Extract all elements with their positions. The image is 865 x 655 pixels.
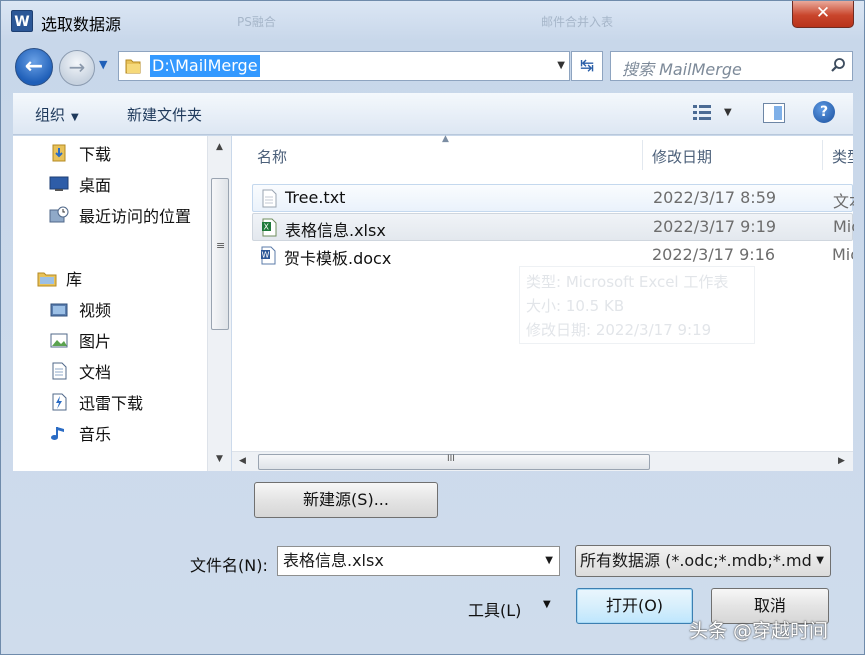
- sidebar-item-downloads[interactable]: 下载: [79, 142, 111, 164]
- select-data-source-dialog: W 选取数据源 PS融合 邮件合并入表 ✕ ← → ▼ D:\MailMerge…: [0, 0, 865, 655]
- file-list-horizontal-scrollbar[interactable]: ◀ ▶: [232, 451, 853, 471]
- dialog-title: 选取数据源: [41, 15, 122, 34]
- organize-label: 组织: [35, 106, 66, 124]
- music-library-icon: [51, 427, 64, 440]
- thunder-download-icon: [52, 393, 67, 411]
- tooltip-size: 大小: 10.5 KB: [526, 297, 625, 315]
- column-header-name[interactable]: 名称: [257, 136, 287, 178]
- change-view-icon[interactable]: [691, 103, 713, 123]
- title-bar: W 选取数据源 PS融合 邮件合并入表 ✕: [1, 1, 864, 41]
- help-icon[interactable]: ?: [813, 101, 835, 123]
- file-row-excel[interactable]: X 表格信息.xlsx 2022/3/17 9:19 Microsoft Exc…: [252, 213, 854, 241]
- column-divider[interactable]: [822, 140, 823, 170]
- column-divider[interactable]: [642, 140, 643, 170]
- recent-pages-dropdown-icon[interactable]: ▼: [99, 58, 107, 71]
- address-dropdown-icon[interactable]: ▼: [557, 60, 565, 71]
- sidebar-item-videos[interactable]: 视频: [79, 298, 111, 320]
- chevron-down-icon: ▼: [71, 112, 79, 123]
- search-input[interactable]: 搜索 MailMerge: [610, 51, 853, 81]
- open-button[interactable]: 打开(O): [576, 588, 693, 624]
- file-type: 文本文档: [833, 192, 854, 211]
- sidebar-item-music[interactable]: 音乐: [79, 422, 111, 444]
- column-header-modified[interactable]: 修改日期: [652, 136, 712, 178]
- file-type: Microsoft Word: [832, 245, 853, 264]
- tooltip-type: 类型: Microsoft Excel 工作表: [526, 273, 729, 291]
- search-placeholder: 搜索 MailMerge: [622, 60, 742, 79]
- svg-text:W: W: [262, 251, 270, 260]
- file-name: 贺卡模板.docx: [284, 249, 392, 268]
- file-type-filter-value: 所有数据源 (*.odc;*.mdb;*.mdb: [580, 551, 822, 570]
- file-type: Microsoft Excel: [833, 217, 854, 236]
- filename-label: 文件名(N):: [190, 556, 268, 575]
- horizontal-scroll-thumb[interactable]: [258, 454, 650, 470]
- organize-menu[interactable]: 组织 ▼: [35, 104, 79, 125]
- text-file-icon: [262, 189, 277, 208]
- file-row-tree-txt[interactable]: Tree.txt 2022/3/17 8:59 文本文档: [252, 184, 854, 212]
- navigation-bar: ← → ▼ D:\MailMerge ▼ ↹ 搜索 MailMerge: [1, 41, 864, 91]
- folder-icon: [125, 59, 141, 74]
- refresh-button[interactable]: ↹: [571, 51, 603, 81]
- excel-file-icon: X: [262, 218, 277, 237]
- word-app-icon: W: [11, 10, 33, 32]
- sidebar-item-documents[interactable]: 文档: [79, 360, 111, 382]
- file-info-tooltip: 类型: Microsoft Excel 工作表 大小: 10.5 KB 修改日期…: [519, 266, 755, 344]
- watermark: 头条 @穿越时间: [689, 620, 829, 642]
- tools-dropdown-icon[interactable]: ▼: [543, 599, 551, 610]
- new-source-button[interactable]: 新建源(S)...: [254, 482, 438, 518]
- svg-text:X: X: [264, 223, 270, 232]
- view-options-dropdown-icon[interactable]: ▼: [724, 107, 732, 118]
- back-button[interactable]: ←: [15, 48, 53, 86]
- desktop-icon: [49, 176, 69, 191]
- sidebar-item-pictures[interactable]: 图片: [79, 329, 111, 351]
- navigation-pane: 下载 桌面 最近访问的位置 库 视频 图片 文档 迅雷下载 音乐: [13, 136, 231, 471]
- sort-ascending-icon: ▲: [442, 134, 449, 144]
- download-folder-icon: [52, 144, 66, 162]
- tooltip-modified: 修改日期: 2022/3/17 9:19: [526, 321, 712, 339]
- column-header-type[interactable]: 类型: [832, 136, 853, 178]
- file-date: 2022/3/17 8:59: [653, 188, 777, 207]
- sidebar-item-library[interactable]: 库: [66, 267, 82, 289]
- file-date: 2022/3/17 9:19: [653, 217, 777, 236]
- address-bar[interactable]: D:\MailMerge ▼: [118, 51, 570, 81]
- chevron-down-icon[interactable]: ▼: [545, 547, 553, 575]
- search-icon[interactable]: [830, 57, 846, 73]
- file-name: Tree.txt: [285, 188, 346, 207]
- word-file-icon: W: [261, 246, 276, 265]
- new-folder-button[interactable]: 新建文件夹: [127, 104, 202, 125]
- sidebar-item-thunder-downloads[interactable]: 迅雷下载: [79, 391, 143, 413]
- background-tab-1: PS融合: [237, 15, 276, 29]
- file-type-filter[interactable]: 所有数据源 (*.odc;*.mdb;*.mdb ▼: [575, 545, 831, 577]
- videos-library-icon: [50, 303, 68, 317]
- command-toolbar: 组织 ▼ 新建文件夹 ▼ ?: [13, 93, 853, 135]
- sidebar-item-desktop[interactable]: 桌面: [79, 173, 111, 195]
- documents-library-icon: [52, 362, 67, 380]
- address-path[interactable]: D:\MailMerge: [150, 55, 260, 77]
- scroll-right-icon[interactable]: ▶: [838, 456, 845, 466]
- navigation-scroll-thumb[interactable]: [211, 178, 229, 330]
- pictures-library-icon: [50, 333, 68, 348]
- file-name: 表格信息.xlsx: [285, 221, 386, 240]
- recent-places-icon: [49, 206, 69, 223]
- sidebar-item-recent-places[interactable]: 最近访问的位置: [79, 204, 191, 226]
- preview-pane-icon[interactable]: [763, 103, 785, 123]
- scroll-left-icon[interactable]: ◀: [239, 456, 246, 466]
- scroll-up-icon[interactable]: ▲: [216, 142, 223, 152]
- filename-input[interactable]: 表格信息.xlsx ▼: [277, 546, 560, 576]
- tools-menu[interactable]: 工具(L): [468, 597, 521, 621]
- close-button[interactable]: ✕: [792, 1, 854, 28]
- filename-value[interactable]: 表格信息.xlsx: [283, 551, 384, 570]
- library-icon: [37, 272, 57, 287]
- forward-button[interactable]: →: [59, 50, 95, 86]
- file-date: 2022/3/17 9:16: [652, 245, 776, 264]
- background-tab-2: 邮件合并入表: [541, 15, 614, 29]
- chevron-down-icon[interactable]: ▼: [813, 546, 824, 576]
- navigation-pane-scrollbar[interactable]: ▲ ▼: [207, 136, 231, 471]
- scroll-down-icon[interactable]: ▼: [216, 454, 223, 464]
